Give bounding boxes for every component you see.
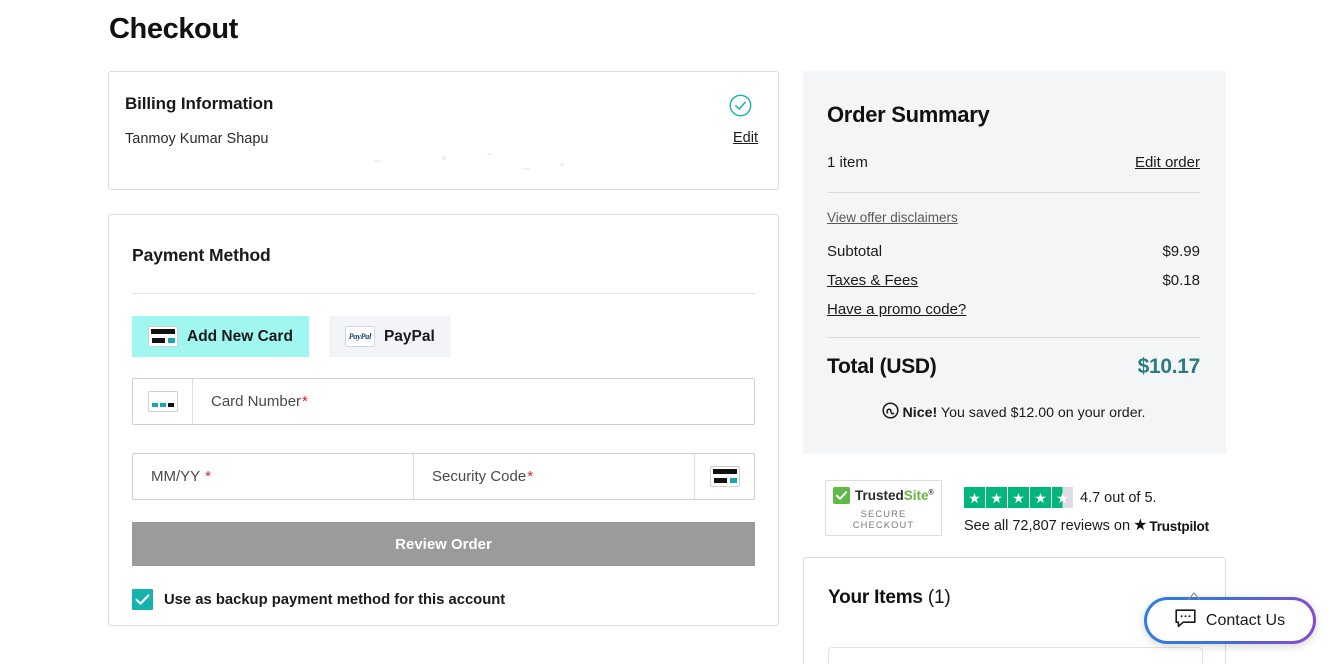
checkout-page: Checkout Billing Information Tanmoy Kuma… bbox=[0, 0, 1334, 664]
taxes-fees-row: Taxes & Fees $0.18 bbox=[827, 272, 1200, 289]
total-label: Total (USD) bbox=[827, 355, 936, 379]
view-offer-disclaimers-link[interactable]: View offer disclaimers bbox=[827, 210, 958, 225]
star-icon: ★ bbox=[986, 487, 1007, 508]
check-circle-icon bbox=[729, 94, 752, 117]
security-code-label: Security Code bbox=[432, 468, 526, 485]
order-summary-heading: Order Summary bbox=[827, 102, 1200, 128]
security-code-required: * bbox=[527, 468, 533, 485]
tab-paypal[interactable]: PayPal PayPal bbox=[329, 316, 451, 357]
summary-divider-total bbox=[827, 337, 1200, 338]
review-order-button[interactable]: Review Order bbox=[132, 522, 755, 566]
expiry-required: * bbox=[205, 468, 211, 485]
order-summary-panel: Order Summary 1 item Edit order View off… bbox=[803, 71, 1226, 454]
backup-payment-row[interactable]: Use as backup payment method for this ac… bbox=[132, 589, 755, 610]
expiry-label: MM/YY bbox=[151, 468, 200, 485]
backup-payment-label: Use as backup payment method for this ac… bbox=[164, 592, 505, 608]
savings-row: Nice! You saved $12.00 on your order. bbox=[827, 402, 1200, 424]
trustedsite-check-icon bbox=[833, 487, 850, 504]
trustedsite-subtitle: SECURE CHECKOUT bbox=[833, 508, 934, 530]
payment-method-card: Payment Method Add New Card PayPal PayPa… bbox=[108, 214, 779, 626]
star-icon: ★ bbox=[964, 487, 985, 508]
left-column: Billing Information Tanmoy Kumar Shapu E… bbox=[108, 71, 779, 626]
payment-method-heading: Payment Method bbox=[132, 215, 755, 266]
right-column: Order Summary 1 item Edit order View off… bbox=[803, 71, 1226, 664]
trust-badges: TrustedSite® SECURE CHECKOUT ★ ★ ★ ★ ★ 4… bbox=[803, 480, 1226, 536]
summary-divider-top bbox=[827, 192, 1200, 193]
paypal-icon: PayPal bbox=[345, 326, 375, 347]
edit-order-link[interactable]: Edit order bbox=[1135, 154, 1200, 171]
tab-paypal-label: PayPal bbox=[384, 328, 435, 346]
item-count-row: 1 item Edit order bbox=[827, 154, 1200, 171]
contact-caret-icon bbox=[1187, 591, 1199, 601]
trustpilot-stars: ★ ★ ★ ★ ★ bbox=[964, 487, 1073, 508]
billing-address-masked bbox=[374, 150, 604, 176]
contact-us-button[interactable]: Contact Us bbox=[1144, 597, 1316, 644]
trustedsite-trademark: ® bbox=[929, 490, 934, 497]
trustedsite-badge[interactable]: TrustedSite® SECURE CHECKOUT bbox=[825, 480, 942, 536]
trustpilot-logo: ★ Trustpilot bbox=[1133, 518, 1209, 534]
your-items-label: Your Items bbox=[828, 587, 923, 608]
contact-us-label: Contact Us bbox=[1206, 612, 1285, 630]
trustpilot-rating: 4.7 out of 5. bbox=[1080, 490, 1157, 506]
trustpilot-reviews-text: See all 72,807 reviews on bbox=[964, 518, 1130, 534]
backup-payment-checkbox[interactable] bbox=[132, 589, 153, 610]
star-icon: ★ bbox=[1030, 487, 1051, 508]
tab-add-new-card-label: Add New Card bbox=[187, 328, 293, 346]
promo-code-link[interactable]: Have a promo code? bbox=[827, 301, 966, 318]
trustedsite-wordmark: TrustedSite® bbox=[855, 488, 934, 503]
payment-method-tabs: Add New Card PayPal PayPal bbox=[132, 316, 755, 357]
subtotal-label: Subtotal bbox=[827, 243, 882, 260]
taxes-fees-link[interactable]: Taxes & Fees bbox=[827, 272, 918, 289]
trustpilot-badge[interactable]: ★ ★ ★ ★ ★ 4.7 out of 5. See all 72,807 r… bbox=[964, 480, 1209, 534]
expiry-security-row: MM/YY* Security Code* bbox=[132, 453, 755, 500]
card-number-label: Card Number bbox=[211, 393, 301, 410]
edit-billing-link[interactable]: Edit bbox=[733, 130, 758, 146]
card-number-input[interactable]: Card Number* bbox=[193, 379, 754, 424]
trustpilot-star-icon: ★ bbox=[1133, 518, 1147, 534]
star-half-icon: ★ bbox=[1052, 487, 1073, 508]
trustpilot-brand: Trustpilot bbox=[1149, 519, 1209, 534]
savings-text: Nice! You saved $12.00 on your order. bbox=[903, 405, 1146, 421]
savings-rest: You saved $12.00 on your order. bbox=[937, 405, 1145, 421]
credit-card-icon bbox=[148, 326, 178, 347]
cvv-card-icon bbox=[694, 454, 754, 499]
star-icon: ★ bbox=[1008, 487, 1029, 508]
item-count-label: 1 item bbox=[827, 154, 868, 171]
card-number-required: * bbox=[302, 393, 308, 410]
page-title: Checkout bbox=[109, 13, 238, 46]
total-value: $10.17 bbox=[1138, 355, 1200, 379]
billing-information-heading: Billing Information bbox=[125, 94, 754, 114]
subtotal-value: $9.99 bbox=[1162, 243, 1200, 260]
card-number-row[interactable]: Card Number* bbox=[132, 378, 755, 425]
chat-bubble-icon bbox=[1175, 609, 1196, 633]
tab-add-new-card[interactable]: Add New Card bbox=[132, 316, 309, 357]
trustedsite-name-first: Trusted bbox=[855, 488, 904, 503]
item-row-placeholder bbox=[828, 647, 1203, 664]
billing-name: Tanmoy Kumar Shapu bbox=[125, 131, 754, 147]
card-dashes-icon bbox=[133, 379, 193, 424]
total-row: Total (USD) $10.17 bbox=[827, 355, 1200, 379]
trustedsite-name-second: Site bbox=[904, 488, 929, 503]
payment-divider bbox=[132, 293, 755, 294]
taxes-fees-value: $0.18 bbox=[1162, 272, 1200, 289]
billing-information-card: Billing Information Tanmoy Kumar Shapu E… bbox=[108, 71, 779, 190]
security-code-input[interactable]: Security Code* bbox=[414, 454, 694, 499]
expiry-input[interactable]: MM/YY * bbox=[133, 454, 414, 499]
your-items-heading: Your Items (1) bbox=[828, 587, 1203, 609]
subtotal-row: Subtotal $9.99 bbox=[827, 243, 1200, 260]
your-items-count: (1) bbox=[928, 587, 951, 608]
savings-badge-icon bbox=[882, 402, 899, 424]
savings-strong: Nice! bbox=[903, 405, 938, 421]
